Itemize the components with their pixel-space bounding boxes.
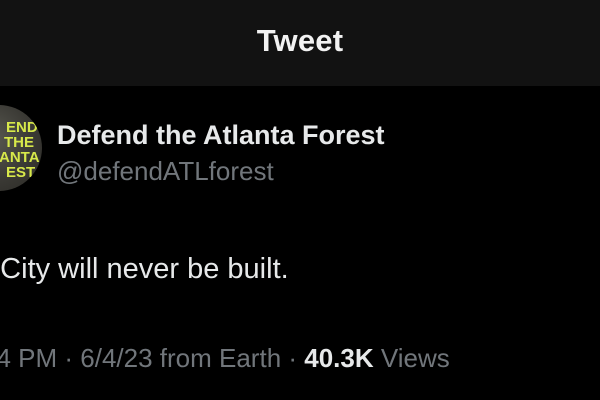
meta-separator: · bbox=[57, 343, 81, 373]
tweet-text: p City will never be built. bbox=[0, 253, 289, 285]
tweet-source: from Earth bbox=[152, 343, 282, 373]
top-bar: Tweet bbox=[0, 0, 600, 86]
tweet-meta: 04 PM · 6/4/23 from Earth · 40.3K Views bbox=[0, 340, 450, 376]
avatar-logo-icon: END THE ANTA EST bbox=[0, 119, 40, 181]
page-title: Tweet bbox=[256, 23, 344, 58]
views-label: Views bbox=[373, 343, 450, 373]
tweet-time[interactable]: 04 PM bbox=[0, 343, 57, 373]
tweet-date[interactable]: 6/4/23 bbox=[80, 343, 152, 373]
author-display-name[interactable]: Defend the Atlanta Forest bbox=[57, 118, 385, 152]
views-count[interactable]: 40.3K bbox=[304, 343, 373, 373]
tweet-page: Tweet END THE ANTA EST Defend the Atlant… bbox=[0, 0, 600, 400]
avatar[interactable]: END THE ANTA EST bbox=[0, 105, 42, 191]
author-handle[interactable]: @defendATLforest bbox=[57, 154, 385, 188]
meta-separator: · bbox=[281, 343, 305, 373]
author-info: Defend the Atlanta Forest @defendATLfore… bbox=[57, 118, 385, 188]
avatar-text-line-4: EST bbox=[6, 164, 35, 181]
